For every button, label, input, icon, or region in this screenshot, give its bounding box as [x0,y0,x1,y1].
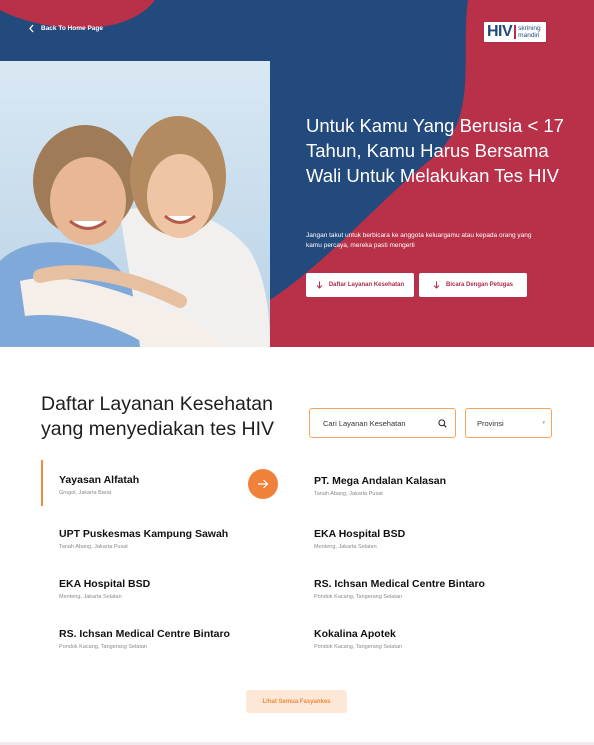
active-item-indicator [41,460,43,506]
service-location: Tanah Abang, Jakarta Pusat [314,491,383,497]
service-item[interactable]: RS. Ichsan Medical Centre Bintaro Pondok… [314,578,485,600]
service-name: EKA Hospital BSD [314,528,406,540]
province-select[interactable]: Provinsi ▾ [465,408,552,438]
hero-photo-mother-daughter [0,61,270,347]
back-to-home-link[interactable]: Back To Home Page [28,24,103,33]
service-name: RS. Ichsan Medical Centre Bintaro [59,628,230,640]
service-item[interactable]: Yayasan Alfatah Grogol, Jakarta Barat [59,474,139,496]
arrow-right-icon [258,479,269,489]
hero-subtext: Jangan takut untuk berbicara ke anggota … [306,232,532,249]
service-item[interactable]: UPT Puskesmas Kampung Sawah Tanah Abang,… [59,528,228,550]
service-location: Menteng, Jakarta Selatan [59,594,122,600]
arrow-down-icon [316,281,323,289]
service-location: Tanah Abang, Jakarta Pusat [59,544,128,550]
bicara-petugas-button[interactable]: Bicara Dengan Petugas [419,273,527,297]
search-placeholder: Cari Layanan Kesehatan [323,418,406,428]
service-location: Menteng, Jakarta Selatan [314,544,377,550]
hero-banner: Back To Home Page HIV skrining mandiri U… [0,0,594,347]
service-location: Pondok Kacang, Tangerang Selatan [59,644,147,650]
logo-subtext: skrining mandiri [518,25,541,39]
service-item[interactable]: EKA Hospital BSD Menteng, Jakarta Selata… [59,578,150,600]
search-icon[interactable] [438,418,447,428]
service-item[interactable]: PT. Mega Andalan Kalasan Tanah Abang, Ja… [314,475,446,497]
daftar-layanan-label: Daftar Layanan Kesehatan [328,282,405,288]
open-service-button[interactable] [248,469,278,499]
logo-main-text: HIV [487,23,513,40]
arrow-down-icon [433,281,440,289]
logo-divider [514,25,517,39]
service-item[interactable]: EKA Hospital BSD Menteng, Jakarta Selata… [314,528,405,550]
section-title: Daftar Layanan Kesehatan yang menyediaka… [41,393,275,440]
back-link-label: Back To Home Page [41,25,104,32]
hero-heading: Untuk Kamu Yang Berusia < 17 Tahun, Kamu… [306,115,564,186]
service-name: UPT Puskesmas Kampung Sawah [59,528,229,540]
bicara-petugas-label: Bicara Dengan Petugas [445,282,514,288]
hiv-skrining-logo[interactable]: HIV skrining mandiri [483,21,547,43]
service-location: Grogol, Jakarta Barat [59,490,112,496]
search-input[interactable]: Cari Layanan Kesehatan [309,408,456,438]
view-all-button[interactable]: Lihat Semua Fasyankes [246,690,347,713]
service-location: Pondok Kacang, Tangerang Selatan [314,644,402,650]
service-name: Yayasan Alfatah [59,474,140,486]
service-name: EKA Hospital BSD [59,578,151,590]
service-name: Kokalina Apotek [314,628,396,640]
chevron-left-icon [29,24,34,33]
service-name: PT. Mega Andalan Kalasan [314,475,447,487]
province-label: Provinsi [477,418,504,428]
family-photo-illustration [0,61,270,347]
service-location: Pondok Kacang, Tangerang Selatan [314,594,402,600]
service-item[interactable]: Kokalina Apotek Pondok Kacang, Tangerang… [314,628,402,650]
dropdown-caret-icon: ▾ [542,420,545,426]
daftar-layanan-button[interactable]: Daftar Layanan Kesehatan [306,273,414,297]
service-item[interactable]: RS. Ichsan Medical Centre Bintaro Pondok… [59,628,230,650]
service-name: RS. Ichsan Medical Centre Bintaro [314,578,485,590]
